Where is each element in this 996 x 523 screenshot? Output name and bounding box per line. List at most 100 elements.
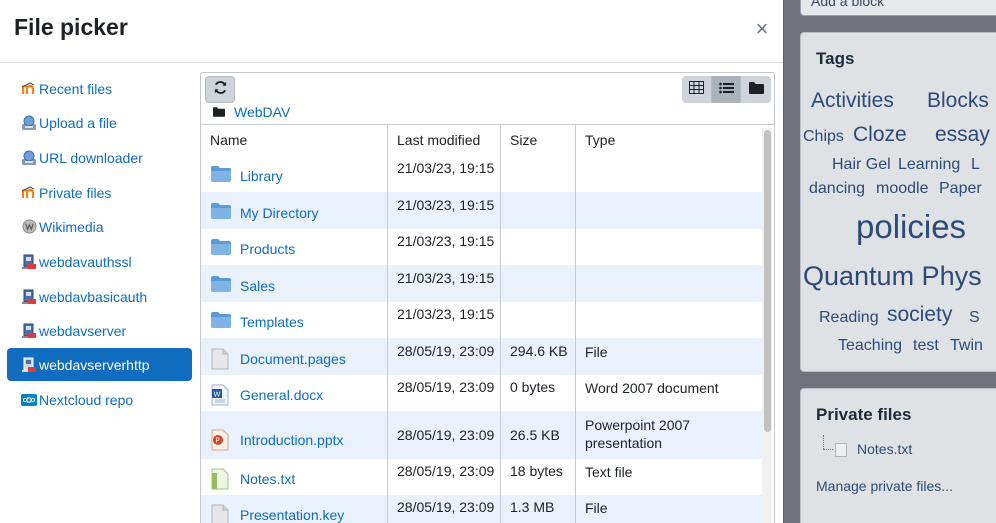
modal-header: File picker × — [0, 0, 783, 63]
file-name[interactable]: My Directory — [240, 205, 319, 221]
file-name[interactable]: Library — [240, 168, 283, 184]
tag-link[interactable]: moodle — [876, 180, 928, 198]
repo-webdavserver[interactable]: webdavserver — [7, 314, 192, 347]
webdav-icon — [21, 357, 37, 373]
refresh-icon — [213, 80, 228, 100]
repo-recent-files[interactable]: Recent files — [7, 72, 192, 105]
repo-upload-a-file[interactable]: Upload a file — [7, 106, 192, 139]
file-toolbar: WebDAV — [201, 73, 774, 125]
table-row[interactable]: Notes.txt 28/05/19, 23:09 18 bytes Text fil… — [201, 459, 762, 495]
tag-link[interactable]: Quantum Phys — [803, 261, 982, 292]
tag-link[interactable]: policies — [856, 208, 966, 246]
tag-link[interactable]: Learning — [898, 156, 960, 174]
repo-wikimedia[interactable]: Wikimedia — [7, 210, 192, 243]
type-text: Word 2007 document — [585, 380, 719, 396]
file-name[interactable]: Templates — [240, 314, 304, 330]
breadcrumb: WebDAV — [213, 104, 290, 120]
repo-nextcloud[interactable]: Nextcloud repo — [7, 383, 192, 416]
tag-link[interactable]: dancing — [809, 180, 865, 198]
file-name-cell[interactable]: My Directory — [210, 202, 319, 224]
view-list-button[interactable] — [711, 76, 742, 103]
size-cell: 1.3 MB — [510, 499, 555, 515]
repo-webdavauthssl[interactable]: webdavauthssl — [7, 245, 192, 278]
repo-label: webdavserver — [39, 322, 127, 339]
tag-link[interactable]: Reading — [819, 309, 879, 327]
file-name[interactable]: Sales — [240, 278, 275, 294]
scrollbar-thumb[interactable] — [764, 130, 771, 432]
url-downloader-icon — [21, 150, 37, 166]
header-type[interactable]: Type — [576, 125, 615, 156]
tag-link[interactable]: test — [913, 337, 939, 355]
table-row[interactable]: Templates 21/03/23, 19:15 — [201, 302, 762, 338]
file-name[interactable]: Document.pages — [240, 351, 346, 367]
tag-link[interactable]: Teaching — [838, 337, 902, 355]
tag-link[interactable]: society — [887, 303, 952, 327]
file-name-cell[interactable]: P Introduction.pptx — [210, 429, 344, 451]
table-row[interactable]: My Directory 21/03/23, 19:15 — [201, 192, 762, 229]
file-name-cell[interactable]: Notes.txt — [210, 468, 295, 490]
modified-cell: 28/05/19, 23:09 — [397, 499, 495, 515]
file-name-cell[interactable]: Products — [210, 238, 295, 260]
type-cell: Word 2007 document — [585, 379, 719, 397]
file-name[interactable]: Products — [240, 241, 295, 257]
header-last-modified[interactable]: Last modified — [388, 125, 480, 156]
header-size[interactable]: Size — [501, 125, 537, 156]
repo-label: webdavbasicauth — [39, 288, 148, 305]
file-name-cell[interactable]: W General.docx — [210, 384, 323, 406]
file-name-cell[interactable]: Presentation.key — [210, 504, 344, 523]
text-file-icon — [835, 443, 847, 457]
private-file-link[interactable]: Notes.txt — [857, 441, 912, 457]
folder-icon — [213, 104, 225, 120]
file-name[interactable]: Introduction.pptx — [240, 432, 344, 448]
table-row[interactable]: Products 21/03/23, 19:15 — [201, 229, 762, 265]
tag-link[interactable]: Activities — [811, 89, 894, 113]
repo-webdavbasicauth[interactable]: webdavbasicauth — [7, 280, 192, 313]
column-divider[interactable] — [575, 125, 576, 523]
add-block-button[interactable]: Add a block — [800, 0, 996, 16]
close-button[interactable]: × — [752, 18, 772, 40]
table-row[interactable]: Document.pages 28/05/19, 23:09 294.6 KB Fil… — [201, 338, 762, 375]
tag-link[interactable]: L — [971, 156, 980, 174]
tag-link[interactable]: Twin — [950, 337, 983, 355]
tag-link[interactable]: Hair Gel — [832, 156, 891, 174]
tag-link[interactable]: S — [969, 309, 980, 327]
word-document-icon: W — [210, 384, 232, 406]
header-name[interactable]: Name — [201, 125, 247, 156]
tag-link[interactable]: Chips — [803, 128, 844, 146]
folder-icon — [210, 238, 232, 260]
scrollbar[interactable] — [762, 128, 772, 523]
webdav-icon — [21, 254, 37, 270]
refresh-button[interactable] — [205, 76, 235, 103]
table-row[interactable]: Presentation.key 28/05/19, 23:09 1.3 MB Fil… — [201, 495, 762, 523]
folder-icon — [210, 311, 232, 333]
manage-private-files-link[interactable]: Manage private files... — [816, 478, 953, 494]
table-row[interactable]: Library 21/03/23, 19:15 — [201, 156, 762, 192]
view-icons-button[interactable] — [682, 76, 712, 103]
tag-link[interactable]: Blocks — [927, 89, 989, 113]
column-divider[interactable] — [500, 125, 501, 523]
size-cell: 294.6 KB — [510, 343, 568, 359]
file-name-cell[interactable]: Document.pages — [210, 348, 346, 370]
tag-link[interactable]: Cloze — [853, 123, 907, 147]
file-name[interactable]: General.docx — [240, 387, 323, 403]
file-name-cell[interactable]: Sales — [210, 275, 275, 297]
view-tree-button[interactable] — [741, 76, 771, 103]
table-row[interactable]: Sales 21/03/23, 19:15 — [201, 265, 762, 302]
tag-link[interactable]: Paper — [939, 180, 982, 198]
file-icon — [210, 504, 232, 523]
file-name[interactable]: Presentation.key — [240, 507, 344, 523]
repo-url-downloader[interactable]: URL downloader — [7, 141, 192, 174]
modified-cell: 21/03/23, 19:15 — [397, 306, 495, 322]
tag-link[interactable]: essay — [935, 123, 990, 147]
size-cell: 26.5 KB — [510, 427, 560, 443]
breadcrumb-webdav[interactable]: WebDAV — [234, 104, 290, 120]
modified-cell: 21/03/23, 19:15 — [397, 197, 495, 213]
file-name[interactable]: Notes.txt — [240, 471, 295, 487]
file-name-cell[interactable]: Library — [210, 165, 283, 187]
repo-webdavserverhttp[interactable]: webdavserverhttp — [7, 348, 192, 381]
table-row[interactable]: W General.docx 28/05/19, 23:09 0 bytes Word … — [201, 375, 762, 411]
file-name-cell[interactable]: Templates — [210, 311, 304, 333]
table-row[interactable]: P Introduction.pptx 28/05/19, 23:09 26.5 KB… — [201, 411, 762, 459]
column-divider[interactable] — [387, 125, 388, 523]
repo-private-files[interactable]: Private files — [7, 176, 192, 209]
